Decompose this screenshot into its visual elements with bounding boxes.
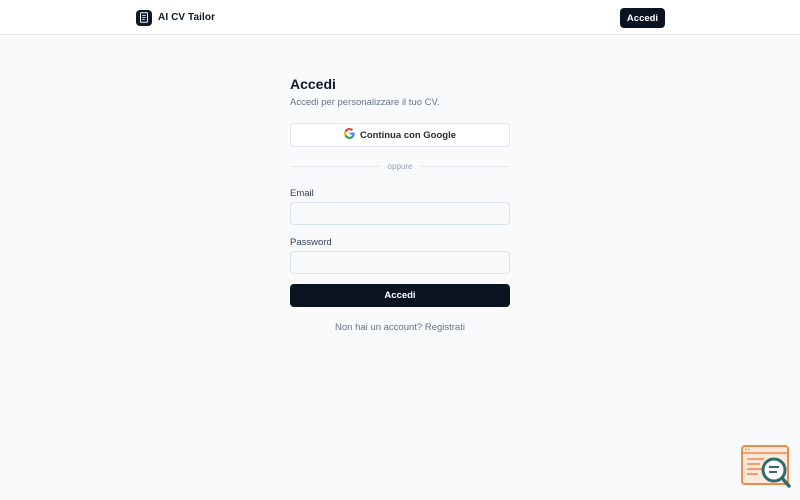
google-icon — [343, 128, 355, 142]
top-navigation-bar: AI CV Tailor Accedi — [0, 0, 800, 35]
login-card: Accedi Accedi per personalizzare il tuo … — [290, 76, 511, 333]
divider-line-right — [420, 165, 511, 167]
search-chat-icon[interactable] — [740, 444, 792, 490]
divider: oppure — [290, 161, 511, 171]
signup-link[interactable]: Registrati — [425, 322, 465, 333]
brand-link[interactable]: AI CV Tailor — [136, 9, 215, 26]
page-subtitle: Accedi per personalizzare il tuo CV. — [290, 97, 440, 108]
signup-prompt: Non hai un account? Registrati — [290, 322, 510, 333]
document-icon — [136, 9, 152, 26]
header-login-button[interactable]: Accedi — [620, 8, 665, 28]
divider-text: oppure — [387, 161, 413, 171]
google-signin-button[interactable]: Continua con Google — [290, 123, 510, 147]
divider-line-left — [290, 165, 380, 167]
submit-login-button[interactable]: Accedi — [290, 284, 510, 307]
google-button-label: Continua con Google — [359, 129, 457, 141]
email-label: Email — [290, 188, 314, 199]
page-title: Accedi — [290, 76, 336, 92]
password-label: Password — [290, 237, 332, 248]
signup-prompt-text: Non hai un account? — [335, 322, 423, 333]
password-field[interactable] — [290, 251, 510, 274]
email-field[interactable] — [290, 202, 510, 225]
brand-name: AI CV Tailor — [158, 12, 216, 23]
